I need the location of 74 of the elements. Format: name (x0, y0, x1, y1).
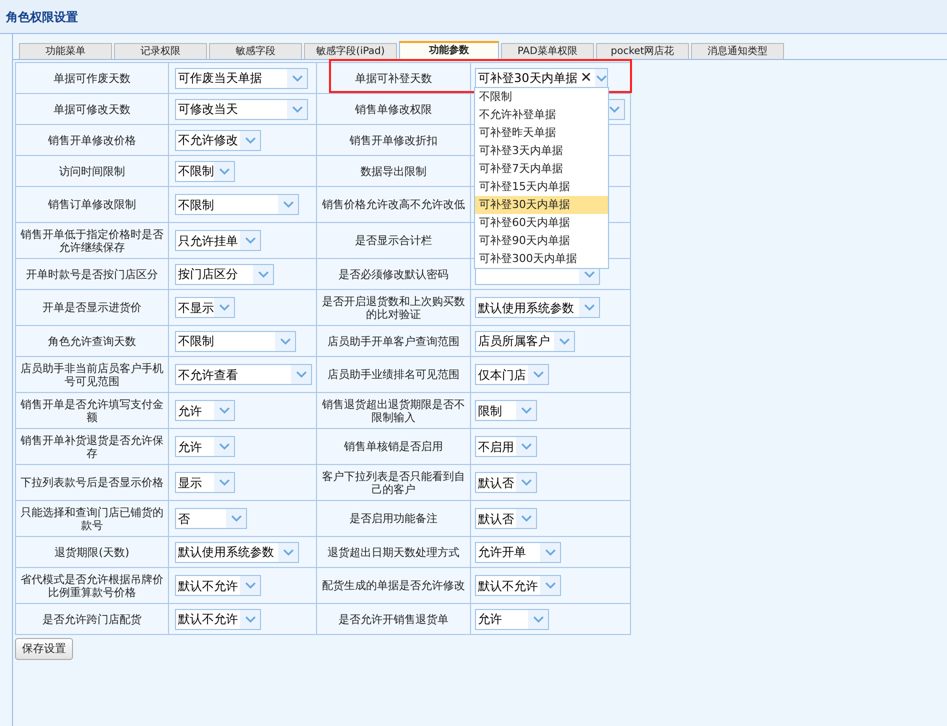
tab[interactable]: 功能菜单 (19, 43, 112, 59)
clear-icon[interactable]: ✕ (577, 71, 596, 85)
setting-label: 销售开单补货退货是否允许保存 (20, 434, 164, 460)
dropdown-select[interactable]: 允许开单 (475, 542, 561, 562)
save-button[interactable]: 保存设置 (15, 638, 73, 660)
setting-label: 只能选择和查询门店已铺货的款号 (20, 506, 164, 532)
setting-label: 单据可补登天数 (355, 72, 432, 84)
dropdown-select[interactable]: 仅本门店 (475, 364, 549, 385)
dropdown-select[interactable]: 默认否 (475, 508, 537, 529)
dropdown-select[interactable]: 允许 (175, 400, 235, 421)
dropdown-select[interactable]: 店员所属客户 (475, 330, 575, 352)
setting-label: 销售开单是否允许填写支付金额 (20, 398, 164, 424)
setting-label: 单据可作废天数 (54, 72, 130, 84)
tab[interactable]: 记录权限 (114, 43, 207, 59)
dropdown-select[interactable]: 按门店区分 (175, 264, 274, 284)
setting-label: 是否允许跨门店配货 (42, 612, 142, 626)
setting-label: 销售开单低于指定价格时是否允许继续保存 (20, 228, 164, 254)
setting-label: 销售订单修改限制 (48, 198, 136, 211)
dropdown-select[interactable]: 不限制 (175, 160, 235, 182)
setting-label: 配货生成的单据是否允许修改 (322, 579, 465, 592)
setting-label: 是否显示合计栏 (355, 234, 432, 247)
dropdown-select[interactable]: 不启用 (475, 436, 537, 457)
dropdown-select[interactable]: 否 (175, 508, 247, 529)
setting-label: 销售退货超出退货期限是否不限制输入 (321, 398, 466, 424)
setting-label: 是否允许开销售退货单 (338, 612, 448, 626)
dropdown-select[interactable]: 限制 (475, 400, 537, 421)
dropdown-select[interactable]: 不限制 (175, 330, 296, 352)
setting-label: 销售开单修改折扣 (350, 134, 438, 146)
dropdown-select[interactable]: 默认不允许 (175, 608, 261, 630)
setting-label: 角色允许查询天数 (48, 334, 136, 348)
dropdown-select[interactable]: 可修改当天 (175, 98, 308, 120)
setting-label: 销售价格允许改高不允许改低 (322, 198, 465, 211)
setting-label: 店员助手业绩排名可见范围 (328, 368, 460, 381)
tab[interactable]: 敏感字段 (209, 43, 302, 59)
setting-label: 店员助手开单客户查询范围 (328, 334, 460, 348)
tab[interactable]: 功能参数 (399, 41, 499, 59)
setting-label: 退货超出日期天数处理方式 (328, 546, 460, 558)
dropdown-select[interactable]: 默认使用系统参数 (175, 542, 299, 562)
dropdown-select[interactable]: 不允许修改 (175, 130, 261, 150)
setting-label: 开单时款号是否按门店区分 (26, 268, 158, 280)
setting-label: 单据可修改天数 (54, 102, 130, 116)
setting-label: 客户下拉列表是否只能看到自己的客户 (321, 470, 466, 496)
dropdown-select[interactable]: 默认使用系统参数 (475, 297, 600, 318)
dropdown-select[interactable]: 只允许挂单 (175, 230, 261, 251)
setting-label: 数据导出限制 (360, 164, 426, 178)
setting-label: 销售单修改权限 (355, 102, 432, 116)
setting-label: 访问时间限制 (59, 164, 125, 178)
setting-label: 销售开单修改价格 (48, 134, 136, 146)
setting-label: 下拉列表款号后是否显示价格 (20, 476, 164, 489)
setting-label: 省代模式是否允许根据吊牌价比例重算款号价格 (20, 572, 164, 598)
setting-label: 是否启用功能备注 (350, 512, 438, 525)
window-title: 角色权限设置 (6, 8, 78, 26)
dropdown-select[interactable]: 允许 (475, 608, 549, 630)
dropdown-select[interactable]: 不允许查看 (175, 364, 312, 385)
tab[interactable]: PAD菜单权限 (501, 43, 594, 59)
setting-label: 退货期限(天数) (54, 546, 130, 558)
setting-label: 是否开启退货数和上次购买数的比对验证 (321, 294, 466, 320)
dropdown-select[interactable]: 默认不允许 (175, 575, 261, 596)
dropdown-select[interactable]: 不显示 (175, 297, 235, 318)
setting-label: 是否必须修改默认密码 (338, 268, 448, 280)
dropdown-option[interactable]: 可补登30天内单据 (475, 196, 608, 214)
setting-label: 开单是否显示进货价 (42, 301, 142, 314)
tab[interactable]: 消息通知类型 (691, 43, 784, 59)
tab[interactable]: 敏感字段(iPad) (304, 43, 397, 59)
dropdown-select[interactable]: 默认不允许 (475, 575, 561, 596)
setting-label: 店员助手非当前店员客户手机号可见范围 (20, 362, 164, 388)
dropdown-select[interactable]: 不限制 (175, 194, 299, 215)
setting-label: 销售单核销是否启用 (344, 440, 443, 453)
dropdown-select[interactable]: 显示 (175, 472, 235, 493)
dropdown-select[interactable]: 可作废当天单据 (175, 68, 308, 88)
dropdown-select[interactable]: 允许 (175, 436, 235, 457)
tab[interactable]: pocket网店花 (596, 43, 689, 59)
dropdown-select[interactable]: 可补登30天内单据 ✕ (475, 68, 608, 88)
dropdown-select[interactable]: 默认否 (475, 472, 537, 493)
